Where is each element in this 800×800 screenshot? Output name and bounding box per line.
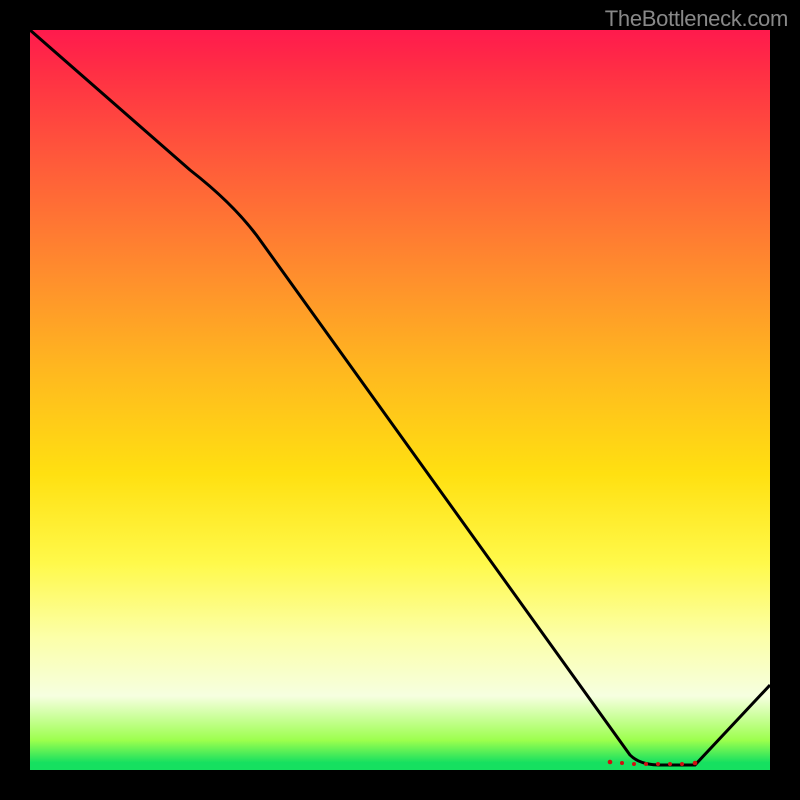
plot-area — [30, 30, 770, 770]
curve-layer — [30, 30, 770, 770]
main-curve — [30, 30, 770, 765]
chart-stage: TheBottleneck.com — [0, 0, 800, 800]
attribution-text: TheBottleneck.com — [605, 6, 788, 32]
